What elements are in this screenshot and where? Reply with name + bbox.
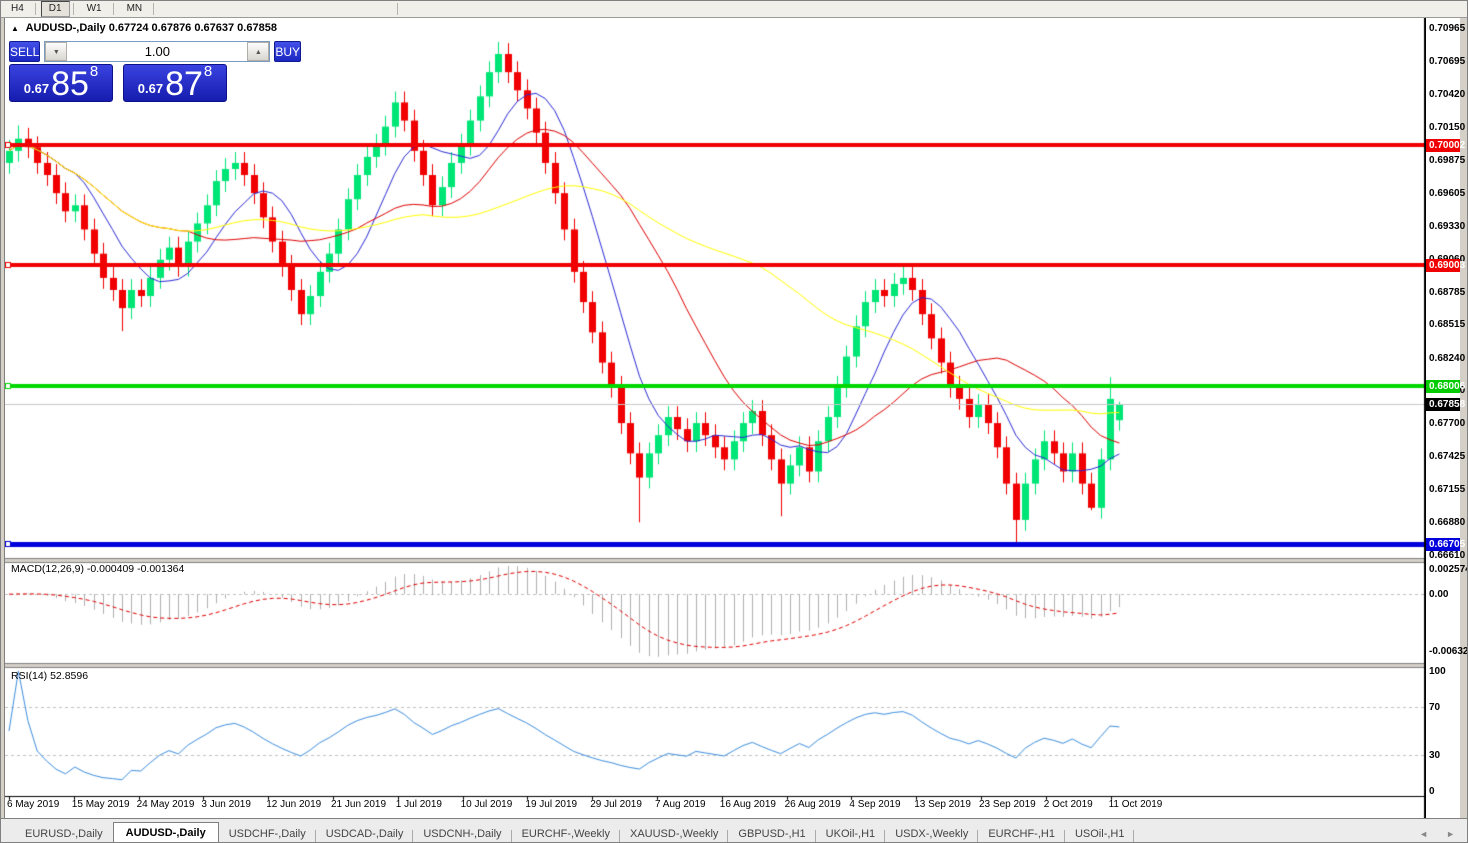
chart-tab-eurchf-weekly[interactable]: EURCHF-,Weekly <box>512 824 620 842</box>
price-level-badge: 0.66705 <box>1426 537 1465 551</box>
price-level-badge: 0.69003 <box>1426 259 1465 273</box>
chart-tab-audusd-daily[interactable]: AUDUSD-,Daily <box>112 822 219 842</box>
rsi-label: RSI(14) 52.8596 <box>11 670 89 682</box>
timeframe-button-mn[interactable]: MN <box>119 1 151 17</box>
chart-ohlc-values: 0.67724 0.67876 0.67637 0.67858 <box>108 22 277 34</box>
volume-spinner: ▼ ▲ <box>44 41 271 62</box>
chart-tab-xauusd-weekly[interactable]: XAUUSD-,Weekly <box>620 824 729 842</box>
price-tick-label: 0.70695 <box>1429 55 1466 67</box>
price-tick-label: 0.70150 <box>1429 121 1466 133</box>
date-tick-label: 29 Jul 2019 <box>590 799 642 810</box>
price-tick-label: 0.67700 <box>1429 418 1466 430</box>
chart-tab-eurusd-daily[interactable]: EURUSD-,Daily <box>15 824 113 842</box>
terminal-window: H4 D1 W1 MN ▲ AUDUSD-,Daily 0.67724 0.67876… <box>0 0 1468 843</box>
buy-price-pip: 8 <box>203 63 213 80</box>
date-tick-label: 15 May 2019 <box>71 799 130 810</box>
price-axis[interactable]: 0.70965 0.70695 0.70420 0.70150 0.69875 0.696… <box>1425 17 1467 818</box>
one-click-trade-panel: SELL ▼ ▲ BUY 0.67 85 8 0.67 87 8 <box>9 41 302 103</box>
price-tick-label: 0.68515 <box>1429 319 1466 331</box>
toolbar-separator <box>153 3 155 15</box>
chart-tab-usdcnh-daily[interactable]: USDCNH-,Daily <box>413 824 512 842</box>
tab-scroll-arrows: ◄ ► <box>1419 829 1455 839</box>
timeframe-button-d1[interactable]: D1 <box>40 1 70 17</box>
sell-price-pip: 8 <box>89 63 99 80</box>
date-tick-label: 16 Aug 2019 <box>719 799 776 810</box>
chart-tab-usdcad-daily[interactable]: USDCAD-,Daily <box>316 824 414 842</box>
date-tick-label: 13 Sep 2019 <box>914 799 971 810</box>
chart-left-edge <box>1 17 5 818</box>
date-tick-label: 19 Jul 2019 <box>525 799 578 810</box>
rsi-axis-label: 100 <box>1429 666 1446 677</box>
chart-title: ▲ AUDUSD-,Daily 0.67724 0.67876 0.67637 … <box>11 22 277 34</box>
sell-button[interactable]: SELL <box>9 41 41 62</box>
macd-axis-label: 0.002574 <box>1429 564 1468 575</box>
buy-price-prefix: 0.67 <box>137 81 164 96</box>
price-tick-label: 0.67425 <box>1429 451 1466 463</box>
price-tick-label: 0.66880 <box>1429 517 1466 529</box>
price-level-badge: 0.70002 <box>1426 138 1465 152</box>
collapse-trade-panel-icon[interactable]: ▲ <box>11 24 19 33</box>
chart-tab-usoil-h1[interactable]: USOil-,H1 <box>1065 824 1135 842</box>
price-tick-label: 0.68785 <box>1429 286 1466 298</box>
price-tick-label: 0.70965 <box>1429 23 1466 34</box>
price-tick-label: 0.69605 <box>1429 187 1466 199</box>
date-tick-label: 23 Sep 2019 <box>979 799 1036 810</box>
date-tick-label: 10 Jul 2019 <box>460 799 513 810</box>
tab-scroll-right-icon[interactable]: ► <box>1446 829 1455 839</box>
chart-tab-bar: EURUSD-,Daily AUDUSD-,Daily USDCHF-,Daily U… <box>1 818 1467 842</box>
sell-price-main: 85 <box>51 65 89 103</box>
sell-price-prefix: 0.67 <box>23 81 50 96</box>
rsi-axis-label: 70 <box>1429 702 1441 713</box>
toolbar-separator <box>112 3 114 15</box>
price-tick-label: 0.67155 <box>1429 484 1466 496</box>
date-tick-label: 11 Oct 2019 <box>1108 799 1163 810</box>
date-tick-label: 3 Jun 2019 <box>201 799 251 810</box>
toolbar-separator <box>34 3 36 15</box>
rsi-axis-label: 30 <box>1429 750 1441 761</box>
rsi-axis-label: 0 <box>1429 786 1435 797</box>
date-tick-label: 24 May 2019 <box>136 799 195 810</box>
buy-price-main: 87 <box>165 65 203 103</box>
price-tick-label: 0.68240 <box>1429 352 1466 364</box>
chart-tab-eurchf-h1[interactable]: EURCHF-,H1 <box>978 824 1065 842</box>
timeframe-button-w1[interactable]: W1 <box>79 1 110 17</box>
chart-tab-ukoil-h1[interactable]: UKOil-,H1 <box>816 824 886 842</box>
chart-area: ▲ AUDUSD-,Daily 0.67724 0.67876 0.67637 … <box>1 17 1467 818</box>
volume-decrease-icon[interactable]: ▼ <box>45 42 68 61</box>
price-level-badge: 0.68006 <box>1426 380 1465 394</box>
date-tick-label: 6 May 2019 <box>7 799 60 810</box>
price-chart-canvas[interactable] <box>1 17 1425 818</box>
tab-separator <box>1133 830 1135 842</box>
macd-axis-label: 0.00 <box>1429 589 1449 601</box>
timeframe-toolbar: H4 D1 W1 MN <box>1 1 1467 18</box>
price-level-badge: 0.67858 <box>1426 397 1465 411</box>
price-tick-label: 0.70420 <box>1429 88 1466 100</box>
date-tick-label: 12 Jun 2019 <box>266 799 322 810</box>
date-tick-label: 4 Sep 2019 <box>849 799 901 810</box>
toolbar-separator <box>397 3 399 15</box>
date-tick-label: 7 Aug 2019 <box>655 799 706 810</box>
volume-increase-icon[interactable]: ▲ <box>247 42 270 61</box>
chart-tab-usdx-weekly[interactable]: USDX-,Weekly <box>885 824 979 842</box>
buy-price-button[interactable]: 0.67 87 8 <box>123 63 227 103</box>
buy-button[interactable]: BUY <box>274 41 302 62</box>
price-tick-label: 0.69875 <box>1429 154 1466 166</box>
chart-tab-usdchf-daily[interactable]: USDCHF-,Daily <box>219 824 316 842</box>
macd-axis-label: -0.006326 <box>1429 646 1468 657</box>
date-tick-label: 21 Jun 2019 <box>331 799 387 810</box>
macd-label: MACD(12,26,9) -0.000409 -0.001364 <box>11 563 185 575</box>
toolbar-separator <box>72 3 74 15</box>
date-tick-label: 26 Aug 2019 <box>784 799 841 810</box>
timeframe-button-h4[interactable]: H4 <box>3 1 32 17</box>
price-tick-label: 0.66610 <box>1429 550 1466 561</box>
chart-tab-gbpusd-h1[interactable]: GBPUSD-,H1 <box>728 824 816 842</box>
price-tick-label: 0.69330 <box>1429 220 1466 232</box>
sell-price-button[interactable]: 0.67 85 8 <box>9 63 113 103</box>
date-tick-label: 1 Jul 2019 <box>395 799 442 810</box>
tab-scroll-left-icon[interactable]: ◄ <box>1419 829 1428 839</box>
chart-symbol-label: AUDUSD-,Daily <box>25 22 106 34</box>
date-tick-label: 2 Oct 2019 <box>1043 799 1093 810</box>
